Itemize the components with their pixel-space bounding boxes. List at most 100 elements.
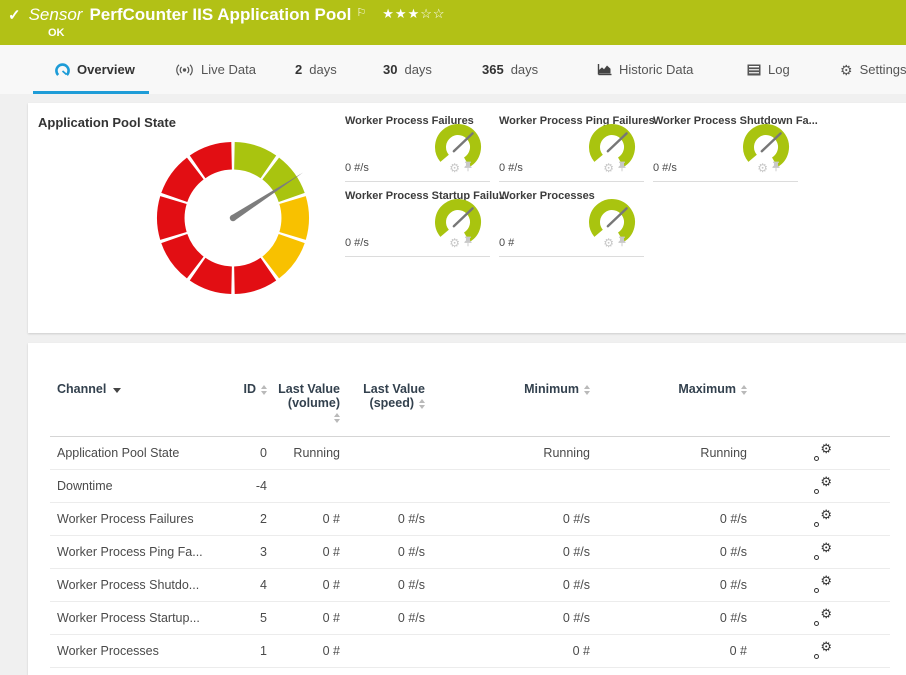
- tab-log[interactable]: Log: [747, 45, 790, 94]
- tab-settings[interactable]: ⚙ Settings: [840, 45, 906, 94]
- mini-gauge-value: 0 #/s: [499, 162, 523, 174]
- channel-settings-icon[interactable]: ⚙: [814, 609, 832, 625]
- tab-label: Overview: [77, 62, 135, 77]
- sort-caret-icon: [113, 388, 121, 393]
- tab-30-days[interactable]: 30 days: [383, 45, 432, 94]
- cell-last-volume: 0 #: [267, 512, 340, 526]
- pin-icon[interactable]: [772, 159, 780, 177]
- tab-bar: Overview Live Data 2 days 30 days 365 da…: [0, 45, 906, 94]
- cell-minimum: 0 #: [425, 644, 590, 658]
- status-badge: OK: [48, 27, 65, 39]
- col-channel[interactable]: Channel: [50, 380, 220, 436]
- sensor-status-header: ✓ Sensor PerfCounter IIS Application Poo…: [0, 0, 906, 45]
- cell-maximum: 0 #: [590, 644, 747, 658]
- table-header: Channel ID Last Value (volume) Last Valu…: [50, 380, 890, 437]
- cell-id: 1: [220, 644, 267, 658]
- channel-settings-icon[interactable]: ⚙: [814, 510, 832, 526]
- gauge-settings-gear-icon[interactable]: ⚙: [449, 237, 460, 249]
- cell-channel[interactable]: Worker Process Startup...: [50, 611, 220, 625]
- table-row[interactable]: Worker Process Ping Fa... 3 0 # 0 #/s 0 …: [50, 536, 890, 569]
- stars-filled[interactable]: ★★★: [382, 6, 420, 21]
- col-last-value-volume[interactable]: Last Value (volume): [267, 380, 340, 436]
- channel-table: Channel ID Last Value (volume) Last Valu…: [50, 380, 890, 668]
- col-id[interactable]: ID: [220, 380, 267, 436]
- table-row[interactable]: Worker Process Failures 2 0 # 0 #/s 0 #/…: [50, 503, 890, 536]
- cell-maximum: 0 #/s: [590, 545, 747, 559]
- gauge-settings-gear-icon[interactable]: ⚙: [603, 162, 614, 174]
- log-icon: [747, 64, 761, 76]
- tab-days-unit: days: [511, 62, 538, 77]
- cell-channel[interactable]: Worker Process Shutdo...: [50, 578, 220, 592]
- cell-maximum: 0 #/s: [590, 578, 747, 592]
- col-label: Last Value: [267, 382, 340, 396]
- gauge-settings-gear-icon[interactable]: ⚙: [603, 237, 614, 249]
- cell-channel[interactable]: Worker Process Failures: [50, 512, 220, 526]
- table-row[interactable]: Downtime -4 ⚙: [50, 470, 890, 503]
- tab-2-days[interactable]: 2 days: [295, 45, 337, 94]
- mini-gauge-grid: Worker Process Failures 0 #/s ⚙ Worker P…: [345, 112, 815, 262]
- application-pool-state-gauge[interactable]: [138, 123, 328, 313]
- channel-settings-icon[interactable]: ⚙: [814, 576, 832, 592]
- cell-channel[interactable]: Worker Process Ping Fa...: [50, 545, 220, 559]
- col-label: Last Value: [340, 382, 425, 396]
- tab-label: Settings: [860, 62, 906, 77]
- cell-minimum: 0 #/s: [425, 512, 590, 526]
- cell-maximum: Running: [590, 446, 747, 460]
- mini-gauge-tile[interactable]: Worker Process Startup Failu... 0 #/s ⚙: [345, 187, 490, 257]
- table-row[interactable]: Worker Process Startup... 5 0 # 0 #/s 0 …: [50, 602, 890, 635]
- tab-live-data[interactable]: Live Data: [175, 45, 256, 94]
- cell-minimum: 0 #/s: [425, 611, 590, 625]
- mini-gauge-tile[interactable]: Worker Process Failures 0 #/s ⚙: [345, 112, 490, 182]
- pin-icon[interactable]: [618, 159, 626, 177]
- live-data-icon: [175, 64, 194, 76]
- col-minimum[interactable]: Minimum: [425, 380, 590, 436]
- gauge-settings-gear-icon[interactable]: ⚙: [757, 162, 768, 174]
- tab-overview[interactable]: Overview: [55, 45, 135, 94]
- cell-maximum: 0 #/s: [590, 611, 747, 625]
- cell-last-speed: 0 #/s: [340, 611, 425, 625]
- gauge-settings-gear-icon[interactable]: ⚙: [449, 162, 460, 174]
- cell-last-speed: 0 #/s: [340, 512, 425, 526]
- cell-last-speed: 0 #/s: [340, 545, 425, 559]
- table-row[interactable]: Worker Process Shutdo... 4 0 # 0 #/s 0 #…: [50, 569, 890, 602]
- gauges-panel: Application Pool State Running ⚙ Worker …: [28, 103, 906, 333]
- tab-days-number: 2: [295, 62, 302, 77]
- tab-label: Live Data: [201, 62, 256, 77]
- cell-id: 5: [220, 611, 267, 625]
- tab-365-days[interactable]: 365 days: [482, 45, 538, 94]
- pin-icon[interactable]: [618, 234, 626, 252]
- stars-empty[interactable]: ☆☆: [420, 6, 445, 21]
- tab-historic-data[interactable]: Historic Data: [597, 45, 693, 94]
- cell-id: 0: [220, 446, 267, 460]
- col-maximum[interactable]: Maximum: [590, 380, 747, 436]
- mini-gauge-tile[interactable]: Worker Processes 0 # ⚙: [499, 187, 644, 257]
- flag-icon[interactable]: ⚐: [356, 6, 366, 19]
- col-label: Channel: [57, 382, 106, 396]
- gear-icon: ⚙: [840, 63, 853, 77]
- cell-id: -4: [220, 479, 267, 493]
- tab-days-unit: days: [404, 62, 431, 77]
- channel-settings-icon[interactable]: ⚙: [814, 642, 832, 658]
- table-row[interactable]: Application Pool State 0 Running Running…: [50, 437, 890, 470]
- tab-days-unit: days: [309, 62, 336, 77]
- channel-settings-icon[interactable]: ⚙: [814, 477, 832, 493]
- mini-gauge-tile[interactable]: Worker Process Shutdown Fa... 0 #/s ⚙: [653, 112, 798, 182]
- channel-settings-icon[interactable]: ⚙: [814, 444, 832, 460]
- cell-last-speed: 0 #/s: [340, 578, 425, 592]
- pin-icon[interactable]: [464, 159, 472, 177]
- mini-gauge-value: 0 #/s: [345, 237, 369, 249]
- cell-last-volume: 0 #: [267, 545, 340, 559]
- cell-channel[interactable]: Application Pool State: [50, 446, 220, 460]
- priority-stars[interactable]: ★★★☆☆: [382, 6, 445, 22]
- cell-channel[interactable]: Worker Processes: [50, 644, 220, 658]
- col-last-value-speed[interactable]: Last Value (speed): [340, 380, 425, 436]
- mini-gauge-tile[interactable]: Worker Process Ping Failures 0 #/s ⚙: [499, 112, 644, 182]
- sensor-title: PerfCounter IIS Application Pool: [89, 5, 351, 25]
- channel-settings-icon[interactable]: ⚙: [814, 543, 832, 559]
- tab-label: Log: [768, 62, 790, 77]
- cell-minimum: 0 #/s: [425, 545, 590, 559]
- cell-channel[interactable]: Downtime: [50, 479, 220, 493]
- sensor-kind-label: Sensor: [29, 5, 83, 25]
- table-row[interactable]: Worker Processes 1 0 # 0 # 0 # ⚙: [50, 635, 890, 668]
- pin-icon[interactable]: [464, 234, 472, 252]
